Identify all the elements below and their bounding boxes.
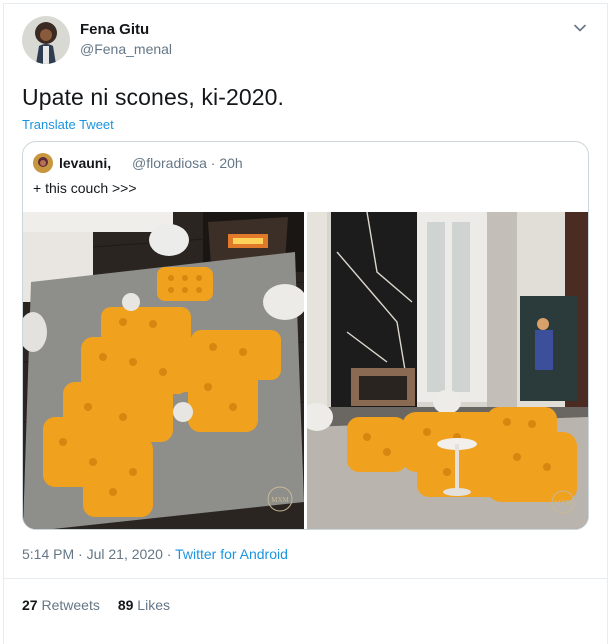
like-count: 89 bbox=[117, 597, 134, 613]
divider bbox=[3, 578, 607, 579]
tweet-meta: 5:14 PM · Jul 21, 2020 · Twitter for And… bbox=[22, 546, 288, 562]
source-link[interactable]: Twitter for Android bbox=[175, 546, 288, 562]
avatar-image bbox=[33, 153, 53, 173]
retweet-label: Retweets bbox=[41, 597, 100, 613]
quoted-author-handle[interactable]: @floradiosa bbox=[132, 155, 207, 171]
separator: · bbox=[162, 546, 176, 562]
retweets-stat[interactable]: 27 Retweets bbox=[22, 597, 100, 613]
retweet-count: 27 bbox=[22, 597, 38, 613]
avatar-image bbox=[22, 16, 70, 64]
chevron-down-icon[interactable] bbox=[572, 20, 588, 36]
quoted-time[interactable]: · 20h bbox=[207, 155, 243, 171]
quoted-photo-1[interactable]: MXM bbox=[23, 212, 304, 529]
quoted-author-avatar[interactable] bbox=[33, 153, 53, 173]
svg-text:MXM: MXM bbox=[554, 499, 572, 507]
author-handle[interactable]: @Fena_menal bbox=[80, 41, 172, 57]
quoted-text: + this couch >>> bbox=[33, 180, 137, 196]
like-label: Likes bbox=[137, 597, 170, 613]
translate-tweet-link[interactable]: Translate Tweet bbox=[22, 117, 114, 132]
quoted-author-name[interactable]: levauni, bbox=[59, 155, 111, 171]
quoted-photo-2[interactable]: MXM bbox=[307, 212, 588, 529]
likes-stat[interactable]: 89 Likes bbox=[118, 597, 170, 613]
quoted-author-meta: @floradiosa · 20h bbox=[132, 155, 243, 171]
engagement-stats: 27 Retweets 89 Likes bbox=[22, 597, 170, 613]
svg-text:MXM: MXM bbox=[271, 496, 289, 504]
tweet-text: Upate ni scones, ki-2020. bbox=[22, 84, 285, 110]
author-name[interactable]: Fena Gitu bbox=[80, 21, 149, 38]
quoted-tweet[interactable]: levauni, @floradiosa · 20h + this couch … bbox=[22, 141, 589, 530]
timestamp[interactable]: 5:14 PM · Jul 21, 2020 bbox=[22, 546, 163, 562]
author-avatar[interactable] bbox=[22, 16, 70, 64]
